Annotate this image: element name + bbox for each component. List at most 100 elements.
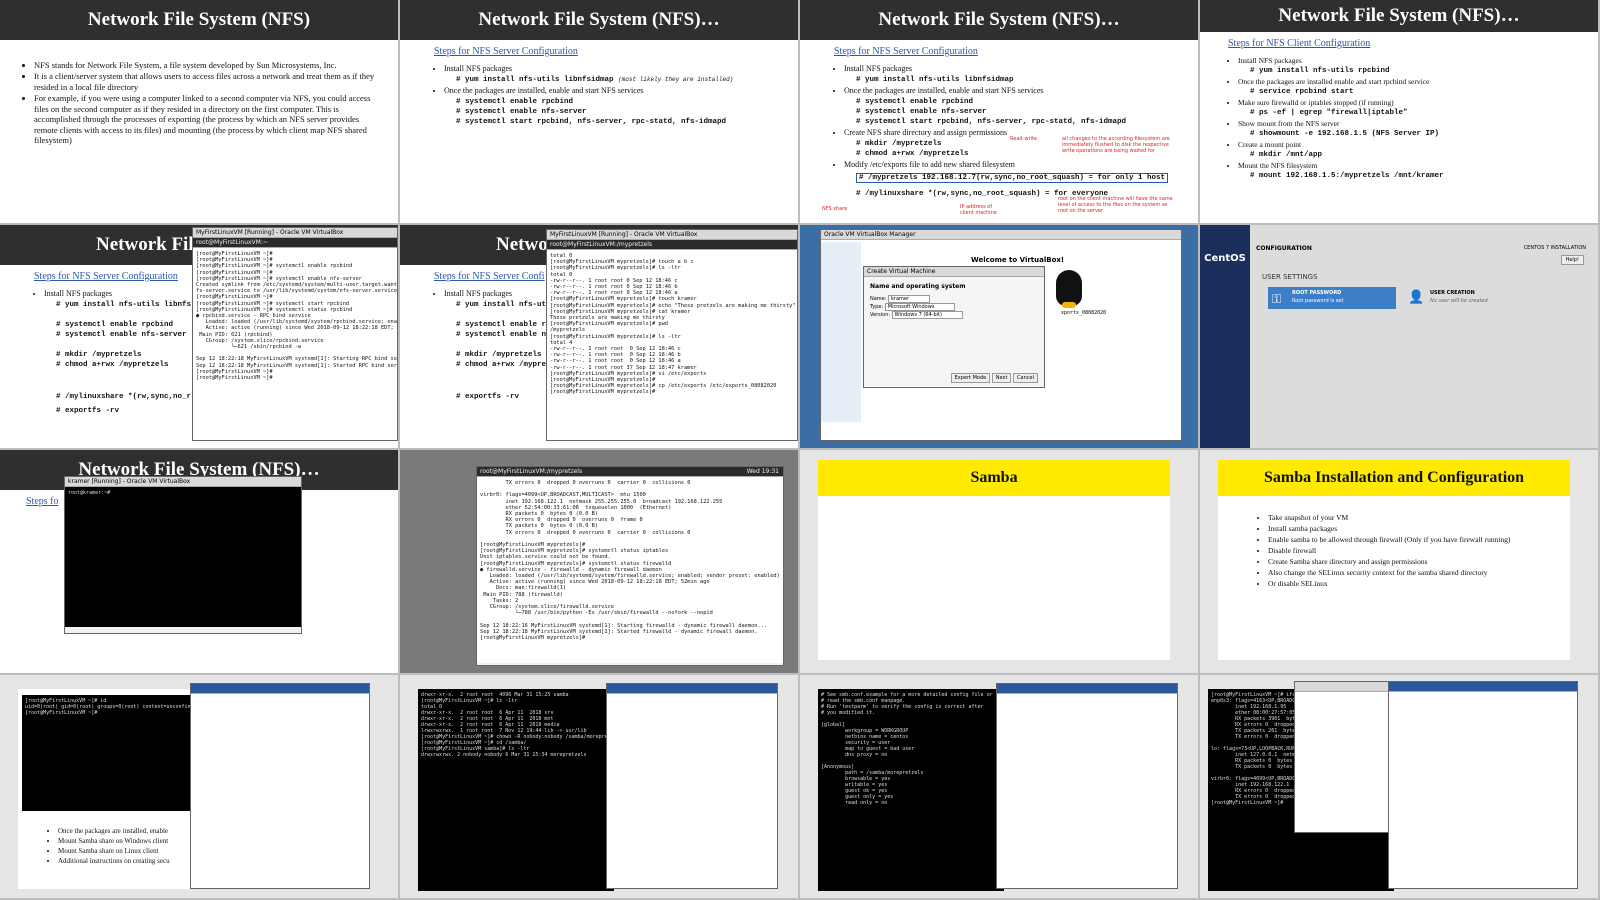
slide-bullets: Take snapshot of your VM Install samba p… xyxy=(1218,504,1570,589)
terminal-titlebar[interactable]: root@MyFirstLinuxVM:/mypretzels xyxy=(547,240,797,250)
document-window[interactable] xyxy=(1388,681,1578,889)
dialog-titlebar[interactable]: Create Virtual Machine xyxy=(864,267,1044,277)
document-window[interactable] xyxy=(190,683,370,889)
centos-installer[interactable]: CentOS CONFIGURATION CENTOS 7 INSTALLATI… xyxy=(1200,225,1598,448)
dialog-heading: Name and operating system xyxy=(870,283,966,290)
terminal-output[interactable]: TX errors 0 dropped 0 overruns 0 carrier… xyxy=(477,477,783,663)
command: # systemctl start rpcbind, nfs-server, r… xyxy=(856,118,1127,126)
command: # mount 192.168.1.5:/mypretzels /mnt/kra… xyxy=(1250,171,1444,180)
create-vm-dialog[interactable]: Create Virtual Machine Name and operatin… xyxy=(863,266,1045,388)
samba-directory-terminal[interactable]: drwxr-xr-x. 2 root root 4096 Mar 31 15:2… xyxy=(400,675,798,898)
slide-nfs-server-2[interactable]: Network File System (NFS)… Steps for NFS… xyxy=(800,0,1198,223)
type-row: Type: Microsoft Windows xyxy=(870,303,1038,311)
document-window[interactable] xyxy=(996,683,1178,889)
step-label: Install NFS packages xyxy=(844,64,1184,74)
user-icon: 👤 xyxy=(1408,290,1425,305)
window-titlebar[interactable] xyxy=(607,684,777,694)
slide-bullets: Once the packages are installed, enable … xyxy=(28,826,170,867)
root-password-tile[interactable]: ⚿ ROOT PASSWORD Root password is set xyxy=(1268,287,1396,309)
expert-mode-button[interactable]: Expert Mode xyxy=(950,373,991,383)
terminal-output[interactable]: [root@MyFirstLinuxVM ~]# id uid=0(root) … xyxy=(22,695,198,811)
step-label: Once the packages are installed, enable … xyxy=(444,86,784,96)
terminal-output[interactable]: root@kramer:~# xyxy=(65,487,301,627)
slide-nfs-client[interactable]: Network File System (NFS)… Steps for NFS… xyxy=(1200,0,1598,223)
command: # systemctl enable nfs-server xyxy=(856,108,987,116)
centos-sidebar: CentOS xyxy=(1200,225,1250,448)
terminal-titlebar[interactable]: root@MyFirstLinuxVM:~ xyxy=(193,238,397,248)
terminal-window[interactable]: root@MyFirstLinuxVM:/mypretzels Wed 19:31… xyxy=(476,466,784,666)
version-select[interactable]: Windows 7 (64-bit) xyxy=(891,311,963,319)
next-button[interactable]: Next xyxy=(991,373,1012,383)
terminal-output[interactable]: # See smb.conf.example for a more detail… xyxy=(818,689,1004,891)
command: # yum install nfs-utils libnfsidmap xyxy=(856,76,1014,84)
terminal-firewalld-status[interactable]: root@MyFirstLinuxVM:/mypretzels Wed 19:31… xyxy=(400,450,798,673)
help-button[interactable]: Help! xyxy=(1560,255,1584,265)
samba-config-terminal[interactable]: # See smb.conf.example for a more detail… xyxy=(800,675,1198,898)
slide-subtitle: Steps for NFS Server Configuration xyxy=(834,46,978,57)
clock: Wed 19:31 xyxy=(746,468,779,475)
slide-body: Install NFS packages # yum install nfs-u… xyxy=(1200,49,1598,181)
dialog-buttons: Expert Mode Next Cancel xyxy=(950,373,1038,383)
command: # /mypretzels 192.168.12.7(rw,sync,no_ro… xyxy=(834,173,1184,183)
terminal-titlebar[interactable]: root@MyFirstLinuxVM:/mypretzels Wed 19:31 xyxy=(477,467,783,477)
step-label: Once the packages are installed, enable … xyxy=(844,86,1184,96)
slide-samba[interactable]: Samba xyxy=(800,450,1198,673)
user-settings-heading: USER SETTINGS xyxy=(1262,273,1318,281)
name-row: Name: kramer xyxy=(870,295,1038,303)
terminal-output[interactable]: total 0 [root@MyFirstLinuxVM mypretzels]… xyxy=(547,250,797,440)
type-select[interactable]: Microsoft Windows xyxy=(884,303,956,311)
bullet: It is a client/server system that allows… xyxy=(34,71,384,92)
slide-title: Samba xyxy=(818,460,1170,496)
slide-subtitle: Steps for NFS Client Configuration xyxy=(1228,38,1371,49)
command: # systemctl enable nfs-server xyxy=(456,108,587,116)
step-label: Install NFS packages xyxy=(444,64,784,74)
annotation-sync: all changes to the according filesystem … xyxy=(1062,136,1170,154)
slide-title: Network File System (NFS)… xyxy=(1200,0,1598,32)
window-titlebar[interactable] xyxy=(1389,682,1577,692)
step-label: Modify /etc/exports file to add new shar… xyxy=(844,160,1184,170)
vm-list[interactable] xyxy=(821,242,861,422)
slide-bullets: NFS stands for Network File System, a fi… xyxy=(0,49,398,146)
window-titlebar[interactable]: kramer [Running] - Oracle VM VirtualBox xyxy=(65,477,301,487)
slide-nfs-server-terminal[interactable]: Network File Steps for NFS Server Config… xyxy=(0,225,398,448)
samba-windows-client[interactable]: [root@MyFirstLinuxVM ~]# ifconfig enp0s3… xyxy=(1200,675,1598,898)
window-titlebar[interactable]: MyFirstLinuxVM [Running] - Oracle VM Vir… xyxy=(193,228,397,238)
user-creation-tile[interactable]: 👤 USER CREATION No user will be created xyxy=(1406,287,1536,309)
slide-nfs-intro[interactable]: Network File System (NFS) NFS stands for… xyxy=(0,0,398,223)
slide-body: Install NFS packages # yum install nfs-u… xyxy=(800,57,1198,199)
samba-terminal-and-doc[interactable]: Once the packages are installed, enable … xyxy=(0,675,398,898)
slide-title: Network File System (NFS)… xyxy=(800,0,1198,40)
window-titlebar[interactable]: MyFirstLinuxVM [Running] - Oracle VM Vir… xyxy=(547,230,797,240)
welcome-text: Welcome to VirtualBox! xyxy=(971,256,1065,264)
command: # mkdir /mnt/app xyxy=(1250,150,1323,159)
virtualbox-window[interactable]: MyFirstLinuxVM [Running] - Oracle VM Vir… xyxy=(546,229,798,441)
cancel-button[interactable]: Cancel xyxy=(1013,373,1038,383)
command: # service rpcbind start xyxy=(1250,87,1354,96)
slide-title: Network File System (NFS) xyxy=(0,0,398,40)
bullet: For example, if you were using a compute… xyxy=(34,93,384,146)
annotation-ip: IP address of client machine xyxy=(960,204,997,216)
window-titlebar[interactable] xyxy=(997,684,1177,694)
terminal-output[interactable]: [root@MyFirstLinuxVM ~]# [root@MyFirstLi… xyxy=(193,248,397,440)
document-window[interactable] xyxy=(606,683,778,889)
window-titlebar[interactable]: Oracle VM VirtualBox Manager xyxy=(821,230,1181,240)
slide-frame: Samba xyxy=(818,460,1170,660)
slide-nfs-client-vm[interactable]: Network File System (NFS)… Steps fo kram… xyxy=(0,450,398,673)
window-titlebar[interactable] xyxy=(191,684,369,694)
slide-subtitle: Steps for NFS Server Configuration xyxy=(434,46,578,57)
name-input[interactable]: kramer xyxy=(888,295,931,303)
virtualbox-window[interactable]: kramer [Running] - Oracle VM VirtualBox … xyxy=(64,476,302,634)
slide-samba-install[interactable]: Samba Installation and Configuration Tak… xyxy=(1200,450,1598,673)
terminal-output[interactable]: drwxr-xr-x. 2 root root 4096 Mar 31 15:2… xyxy=(418,689,614,891)
command: # systemctl enable rpcbind xyxy=(456,98,574,106)
virtualbox-manager[interactable]: Oracle VM VirtualBox Manager Welcome to … xyxy=(820,229,1182,441)
virtualbox-create-vm[interactable]: Oracle VM VirtualBox Manager Welcome to … xyxy=(800,225,1198,448)
command: # systemctl start rpcbind, nfs-server, r… xyxy=(456,118,727,126)
slide-title: Samba Installation and Configuration xyxy=(1218,460,1570,496)
virtualbox-window[interactable]: MyFirstLinuxVM [Running] - Oracle VM Vir… xyxy=(192,227,398,441)
command: # yum install nfs-utils rpcbind xyxy=(1250,66,1390,75)
command: # systemctl enable rpcbind xyxy=(856,98,974,106)
video-thumbnail-grid: Network File System (NFS) NFS stands for… xyxy=(0,0,1600,900)
slide-nfs-server-1[interactable]: Network File System (NFS)… Steps for NFS… xyxy=(400,0,798,223)
slide-nfs-server-terminal-2[interactable]: Netwo Steps for NFS Server Confi Install… xyxy=(400,225,798,448)
